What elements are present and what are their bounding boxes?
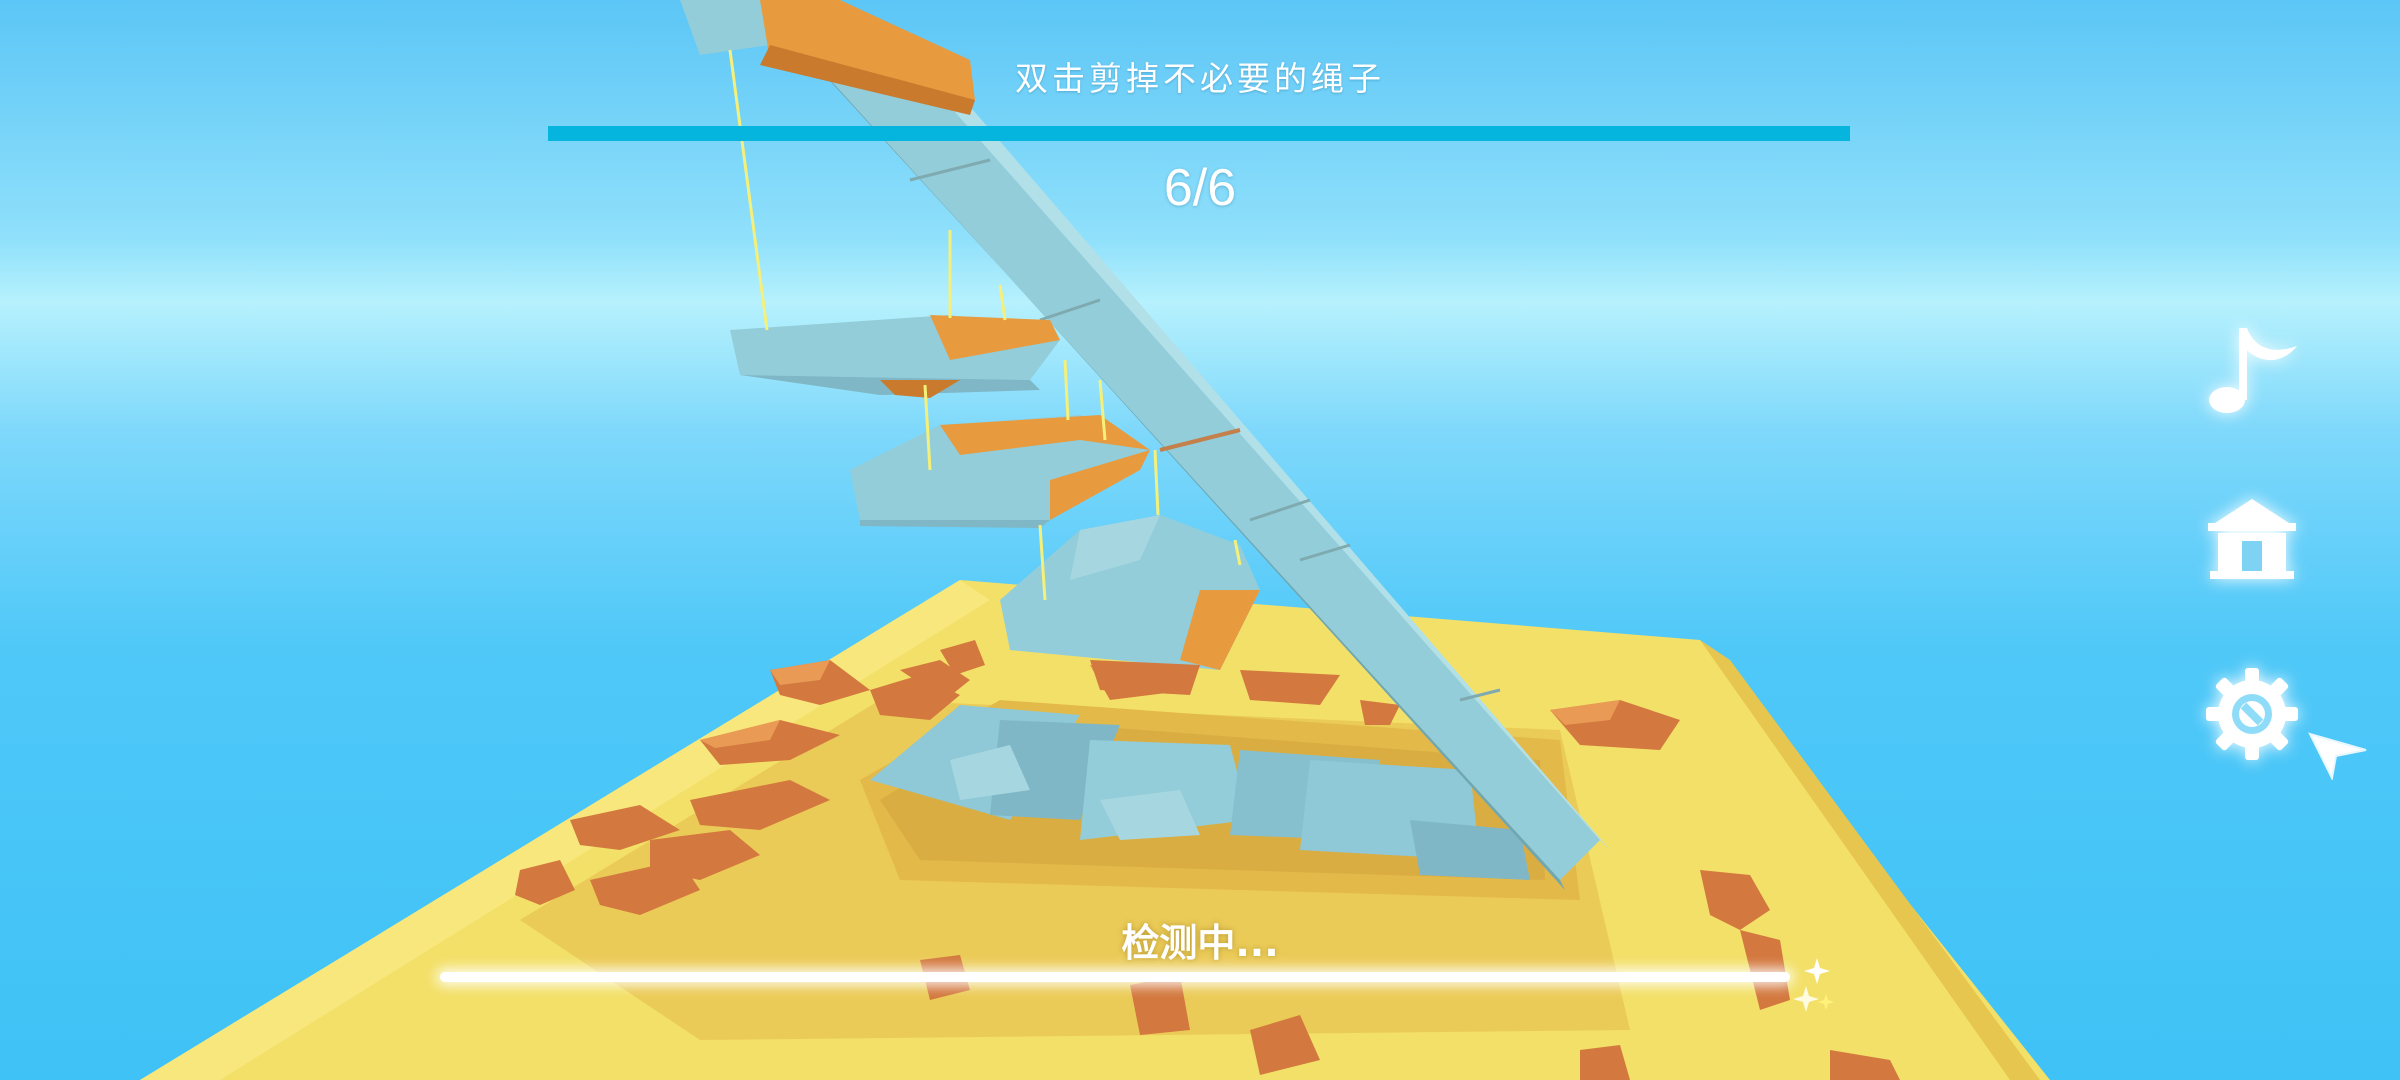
sparkle-icon xyxy=(1793,958,1834,1012)
music-note-icon xyxy=(2209,328,2297,413)
level-progress-bar xyxy=(548,126,1850,141)
music-toggle-button[interactable] xyxy=(2190,310,2310,430)
level-counter: 6/6 xyxy=(1163,159,1237,217)
level-progress-fill xyxy=(548,126,1850,141)
game-viewport[interactable]: 双击剪掉不必要的绳子 6/6 检测中... xyxy=(0,0,2400,1080)
rope xyxy=(1063,359,1070,421)
home-button[interactable] xyxy=(2192,480,2312,600)
check-progress-fill xyxy=(440,972,1790,982)
check-progress-bar xyxy=(440,972,1790,982)
instruction-text: 双击剪掉不必要的绳子 xyxy=(1015,59,1385,98)
settings-button[interactable] xyxy=(2192,654,2312,774)
rope xyxy=(998,284,1007,321)
check-status-label: 检测中... xyxy=(1121,921,1279,965)
pointer-cursor-icon xyxy=(2308,732,2367,780)
gear-icon xyxy=(2206,668,2298,760)
hanging-slab-1 xyxy=(730,315,1060,398)
rope xyxy=(1153,449,1160,516)
home-icon xyxy=(2208,499,2296,579)
